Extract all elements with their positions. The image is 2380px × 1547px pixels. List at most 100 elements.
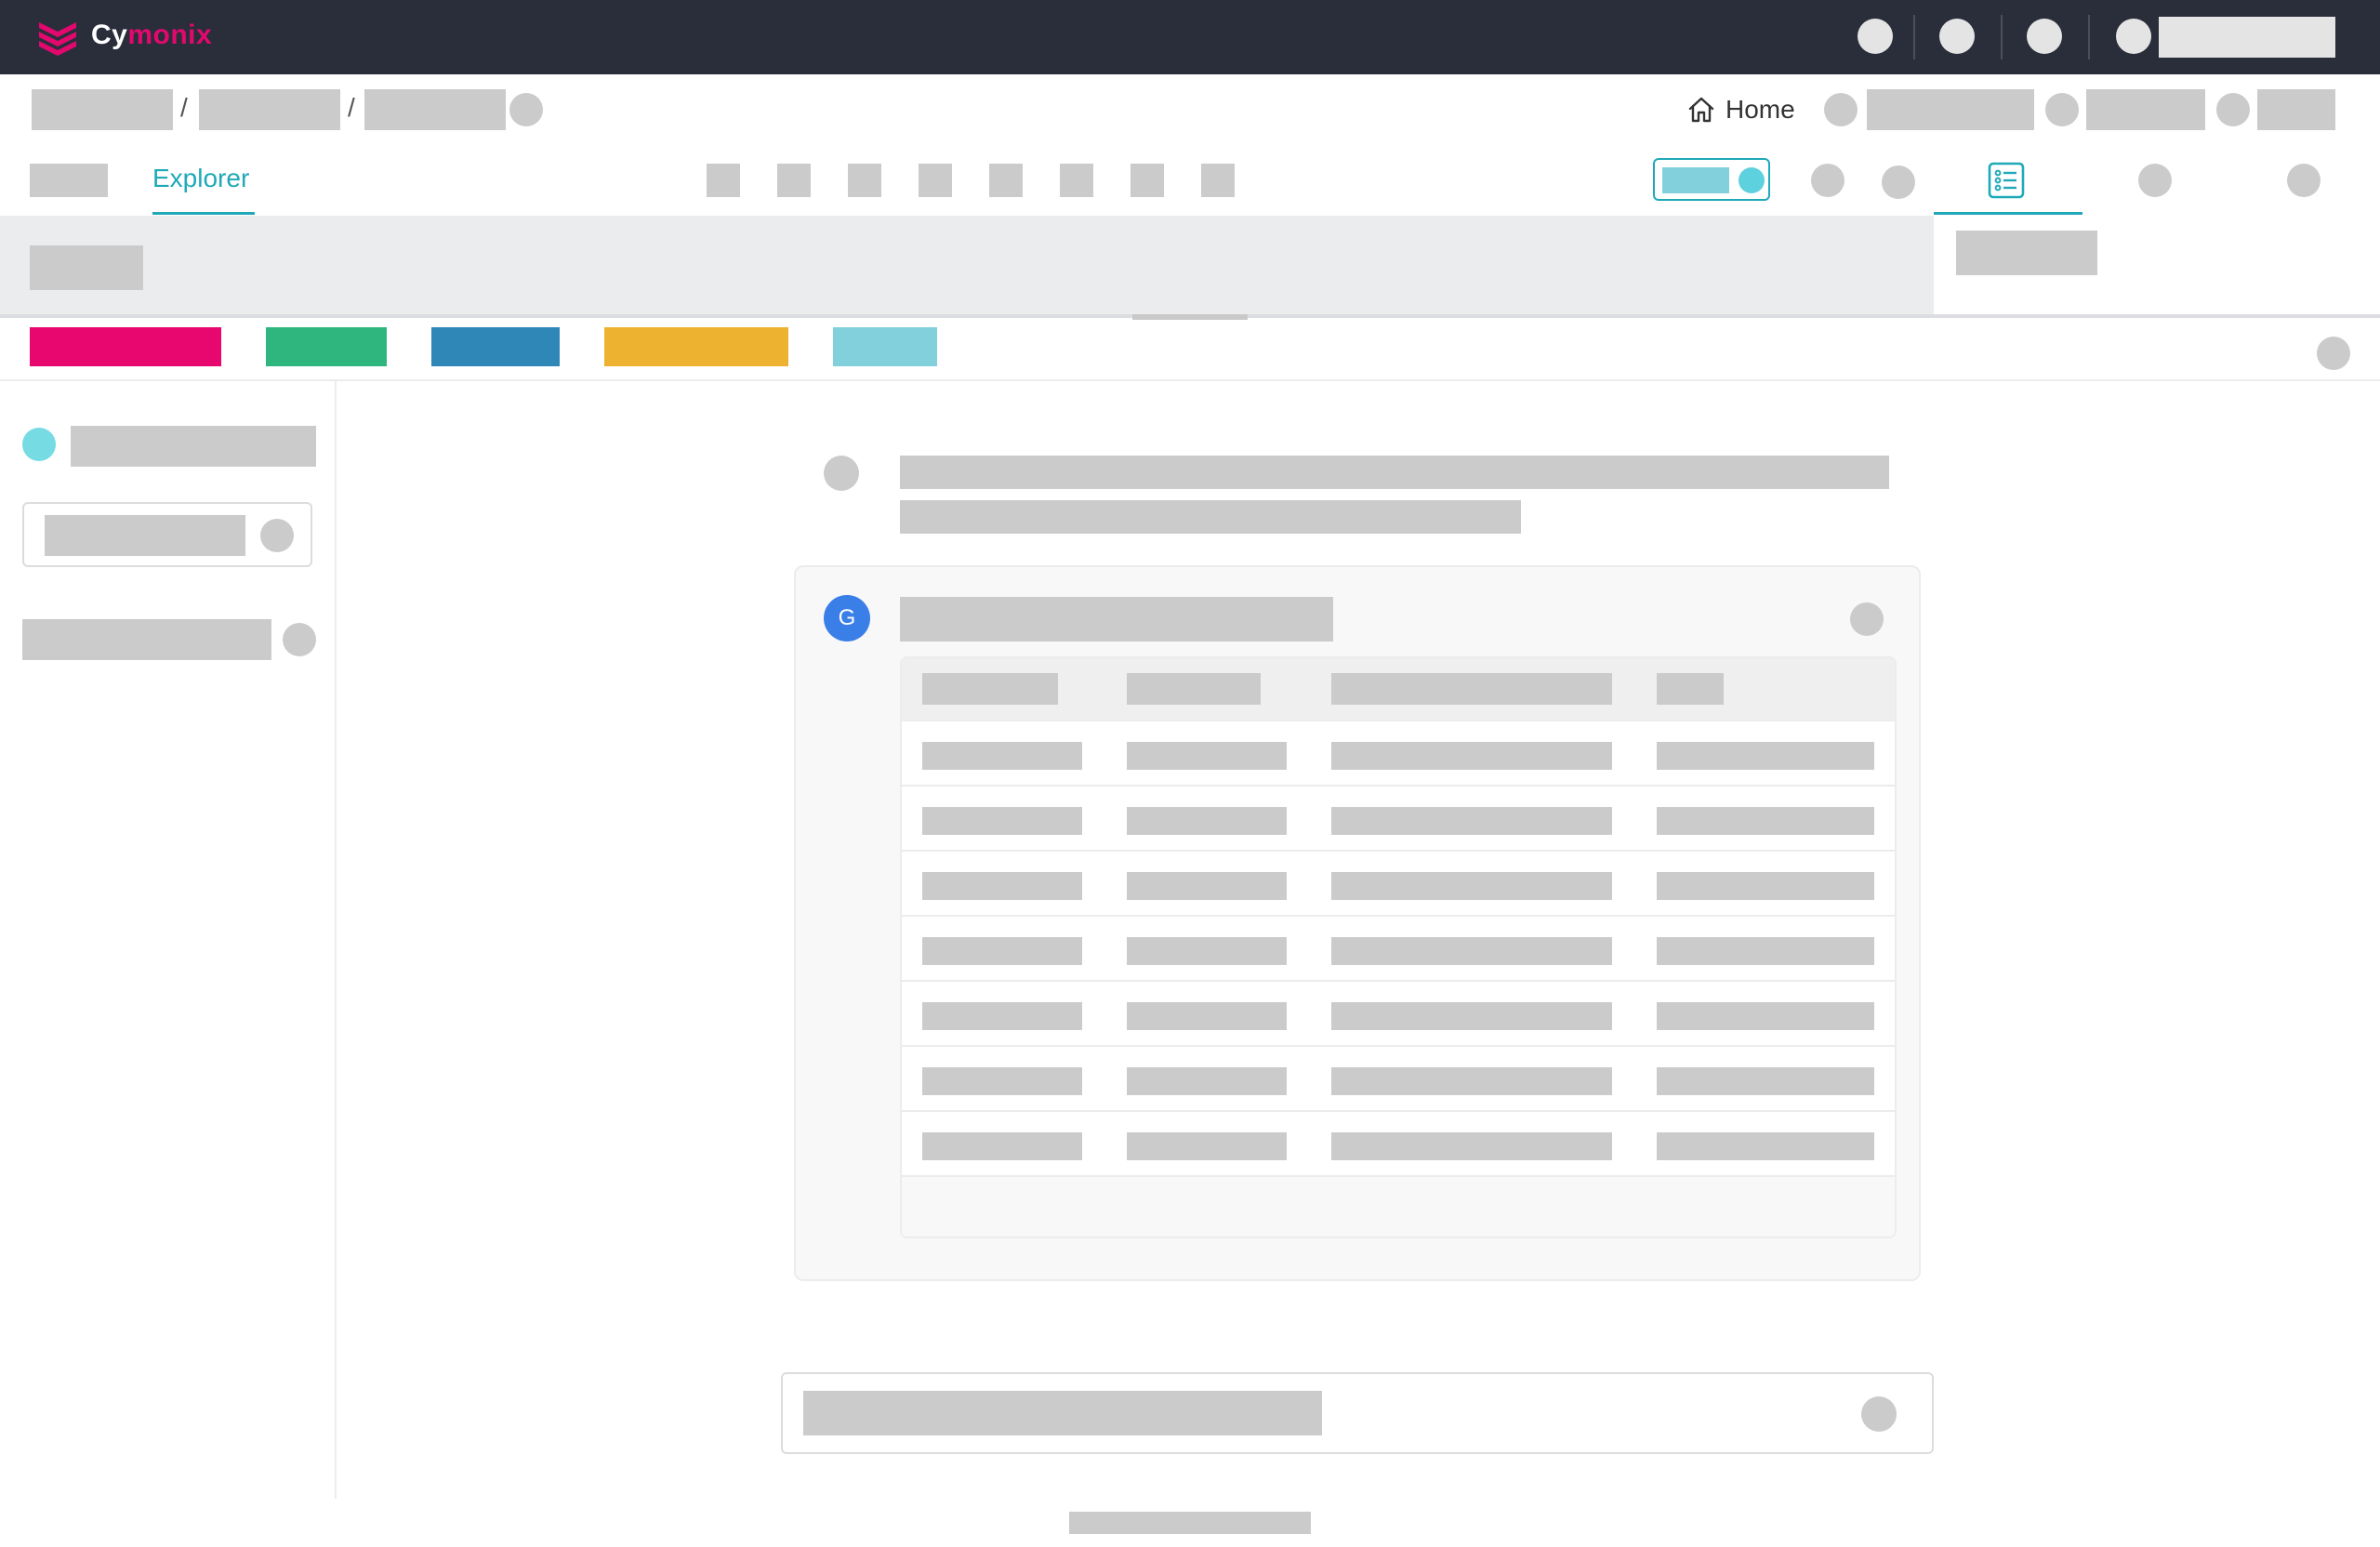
table-cell (922, 807, 1082, 835)
home-link[interactable]: Home (1686, 91, 1795, 128)
action-button[interactable] (2257, 89, 2335, 130)
breadcrumb-separator: / (348, 93, 355, 122)
user-menu[interactable] (2159, 17, 2335, 58)
user-message-line (900, 456, 1889, 489)
send-icon[interactable] (1861, 1396, 1897, 1432)
table-row (902, 1110, 1895, 1175)
toolbar-button[interactable] (1130, 164, 1164, 197)
column-header[interactable] (922, 673, 1058, 705)
column-header[interactable] (1657, 673, 1724, 705)
filter-chip[interactable] (30, 327, 221, 366)
table-cell (1657, 937, 1874, 965)
top-navigation-bar: Cymonix (0, 0, 2380, 74)
table-cell (922, 1132, 1082, 1160)
toolbar-button[interactable] (919, 164, 952, 197)
table-cell (1127, 1067, 1287, 1095)
table-row (902, 785, 1895, 850)
assistant-avatar: G (824, 595, 870, 641)
table-cell (1657, 807, 1874, 835)
toggle-knob (1739, 167, 1765, 193)
toolbar-button[interactable] (707, 164, 740, 197)
table-cell (922, 872, 1082, 900)
toolbar-button[interactable] (848, 164, 881, 197)
toolbar-button[interactable] (1201, 164, 1235, 197)
tab-item[interactable] (30, 164, 108, 197)
breadcrumb-info-icon[interactable] (509, 93, 543, 126)
column-header[interactable] (1127, 673, 1261, 705)
action-icon[interactable] (2045, 93, 2079, 126)
table-cell (1331, 1002, 1612, 1030)
sidebar-item[interactable] (22, 619, 271, 660)
column-header[interactable] (1331, 673, 1612, 705)
list-panel-icon[interactable] (1988, 162, 2025, 199)
filter-chip[interactable] (833, 327, 937, 366)
panel-icon[interactable] (1882, 165, 1915, 199)
search-icon[interactable] (260, 519, 294, 552)
tab-explorer[interactable]: Explorer (152, 164, 249, 193)
sidebar-item-action-icon[interactable] (283, 623, 316, 656)
table-cell (1331, 872, 1612, 900)
panel-icon[interactable] (1811, 164, 1844, 197)
home-label: Home (1726, 95, 1795, 124)
table-cell (1127, 807, 1287, 835)
active-panel-tab-indicator (1934, 212, 2082, 215)
toolbar-button[interactable] (989, 164, 1023, 197)
action-button[interactable] (1867, 89, 2034, 130)
table-cell (1127, 742, 1287, 770)
filter-chip[interactable] (431, 327, 560, 366)
table-cell (1657, 1132, 1874, 1160)
breadcrumb-item-current[interactable] (364, 89, 506, 130)
sidebar-search-placeholder (45, 515, 245, 556)
side-panel-title (1956, 231, 2097, 275)
footer-note (1069, 1512, 1311, 1534)
mode-toggle[interactable] (1653, 158, 1770, 201)
table-cell (1127, 872, 1287, 900)
action-icon[interactable] (2216, 93, 2250, 126)
chat-input[interactable] (781, 1372, 1934, 1454)
panel-icon[interactable] (2287, 164, 2320, 197)
filter-chip[interactable] (266, 327, 387, 366)
breadcrumb-item[interactable] (32, 89, 173, 130)
toggle-track (1662, 167, 1729, 193)
logo-prefix: Cy (91, 20, 128, 50)
help-icon[interactable] (1939, 19, 1975, 54)
result-table (900, 656, 1897, 1238)
divider (1913, 15, 1915, 60)
filter-chip[interactable] (604, 327, 788, 366)
response-menu-icon[interactable] (1850, 602, 1884, 636)
table-row (902, 720, 1895, 785)
chips-menu-icon[interactable] (2317, 337, 2350, 370)
toolbar-button[interactable] (1060, 164, 1093, 197)
divider (0, 379, 2380, 381)
toolbar-button[interactable] (777, 164, 811, 197)
sidebar-search-input[interactable] (22, 502, 312, 567)
panel-icon[interactable] (2138, 164, 2172, 197)
table-cell (1127, 1002, 1287, 1030)
table-row (902, 915, 1895, 980)
home-icon (1688, 97, 1714, 123)
resize-handle[interactable] (1132, 314, 1248, 320)
table-cell (1331, 807, 1612, 835)
side-panel-header (1934, 216, 2380, 314)
breadcrumb-separator: / (180, 93, 188, 122)
table-row (902, 850, 1895, 915)
sidebar-divider (335, 381, 337, 1499)
notifications-icon[interactable] (1858, 19, 1893, 54)
table-cell (1657, 872, 1874, 900)
cymonix-logo-icon[interactable] (35, 17, 82, 56)
table-cell (1331, 1132, 1612, 1160)
sidebar-title (71, 426, 316, 467)
response-title (900, 597, 1333, 641)
breadcrumb-item[interactable] (199, 89, 340, 130)
table-footer (902, 1175, 1895, 1236)
editor-label (30, 245, 143, 290)
table-cell (1331, 1067, 1612, 1095)
chat-input-placeholder (803, 1391, 1322, 1435)
divider (2001, 15, 2003, 60)
settings-icon[interactable] (2027, 19, 2062, 54)
app-logo-text[interactable]: Cymonix (91, 17, 212, 54)
action-icon[interactable] (1824, 93, 1858, 126)
user-avatar-icon[interactable] (2116, 19, 2151, 54)
action-button[interactable] (2086, 89, 2205, 130)
table-cell (922, 1067, 1082, 1095)
